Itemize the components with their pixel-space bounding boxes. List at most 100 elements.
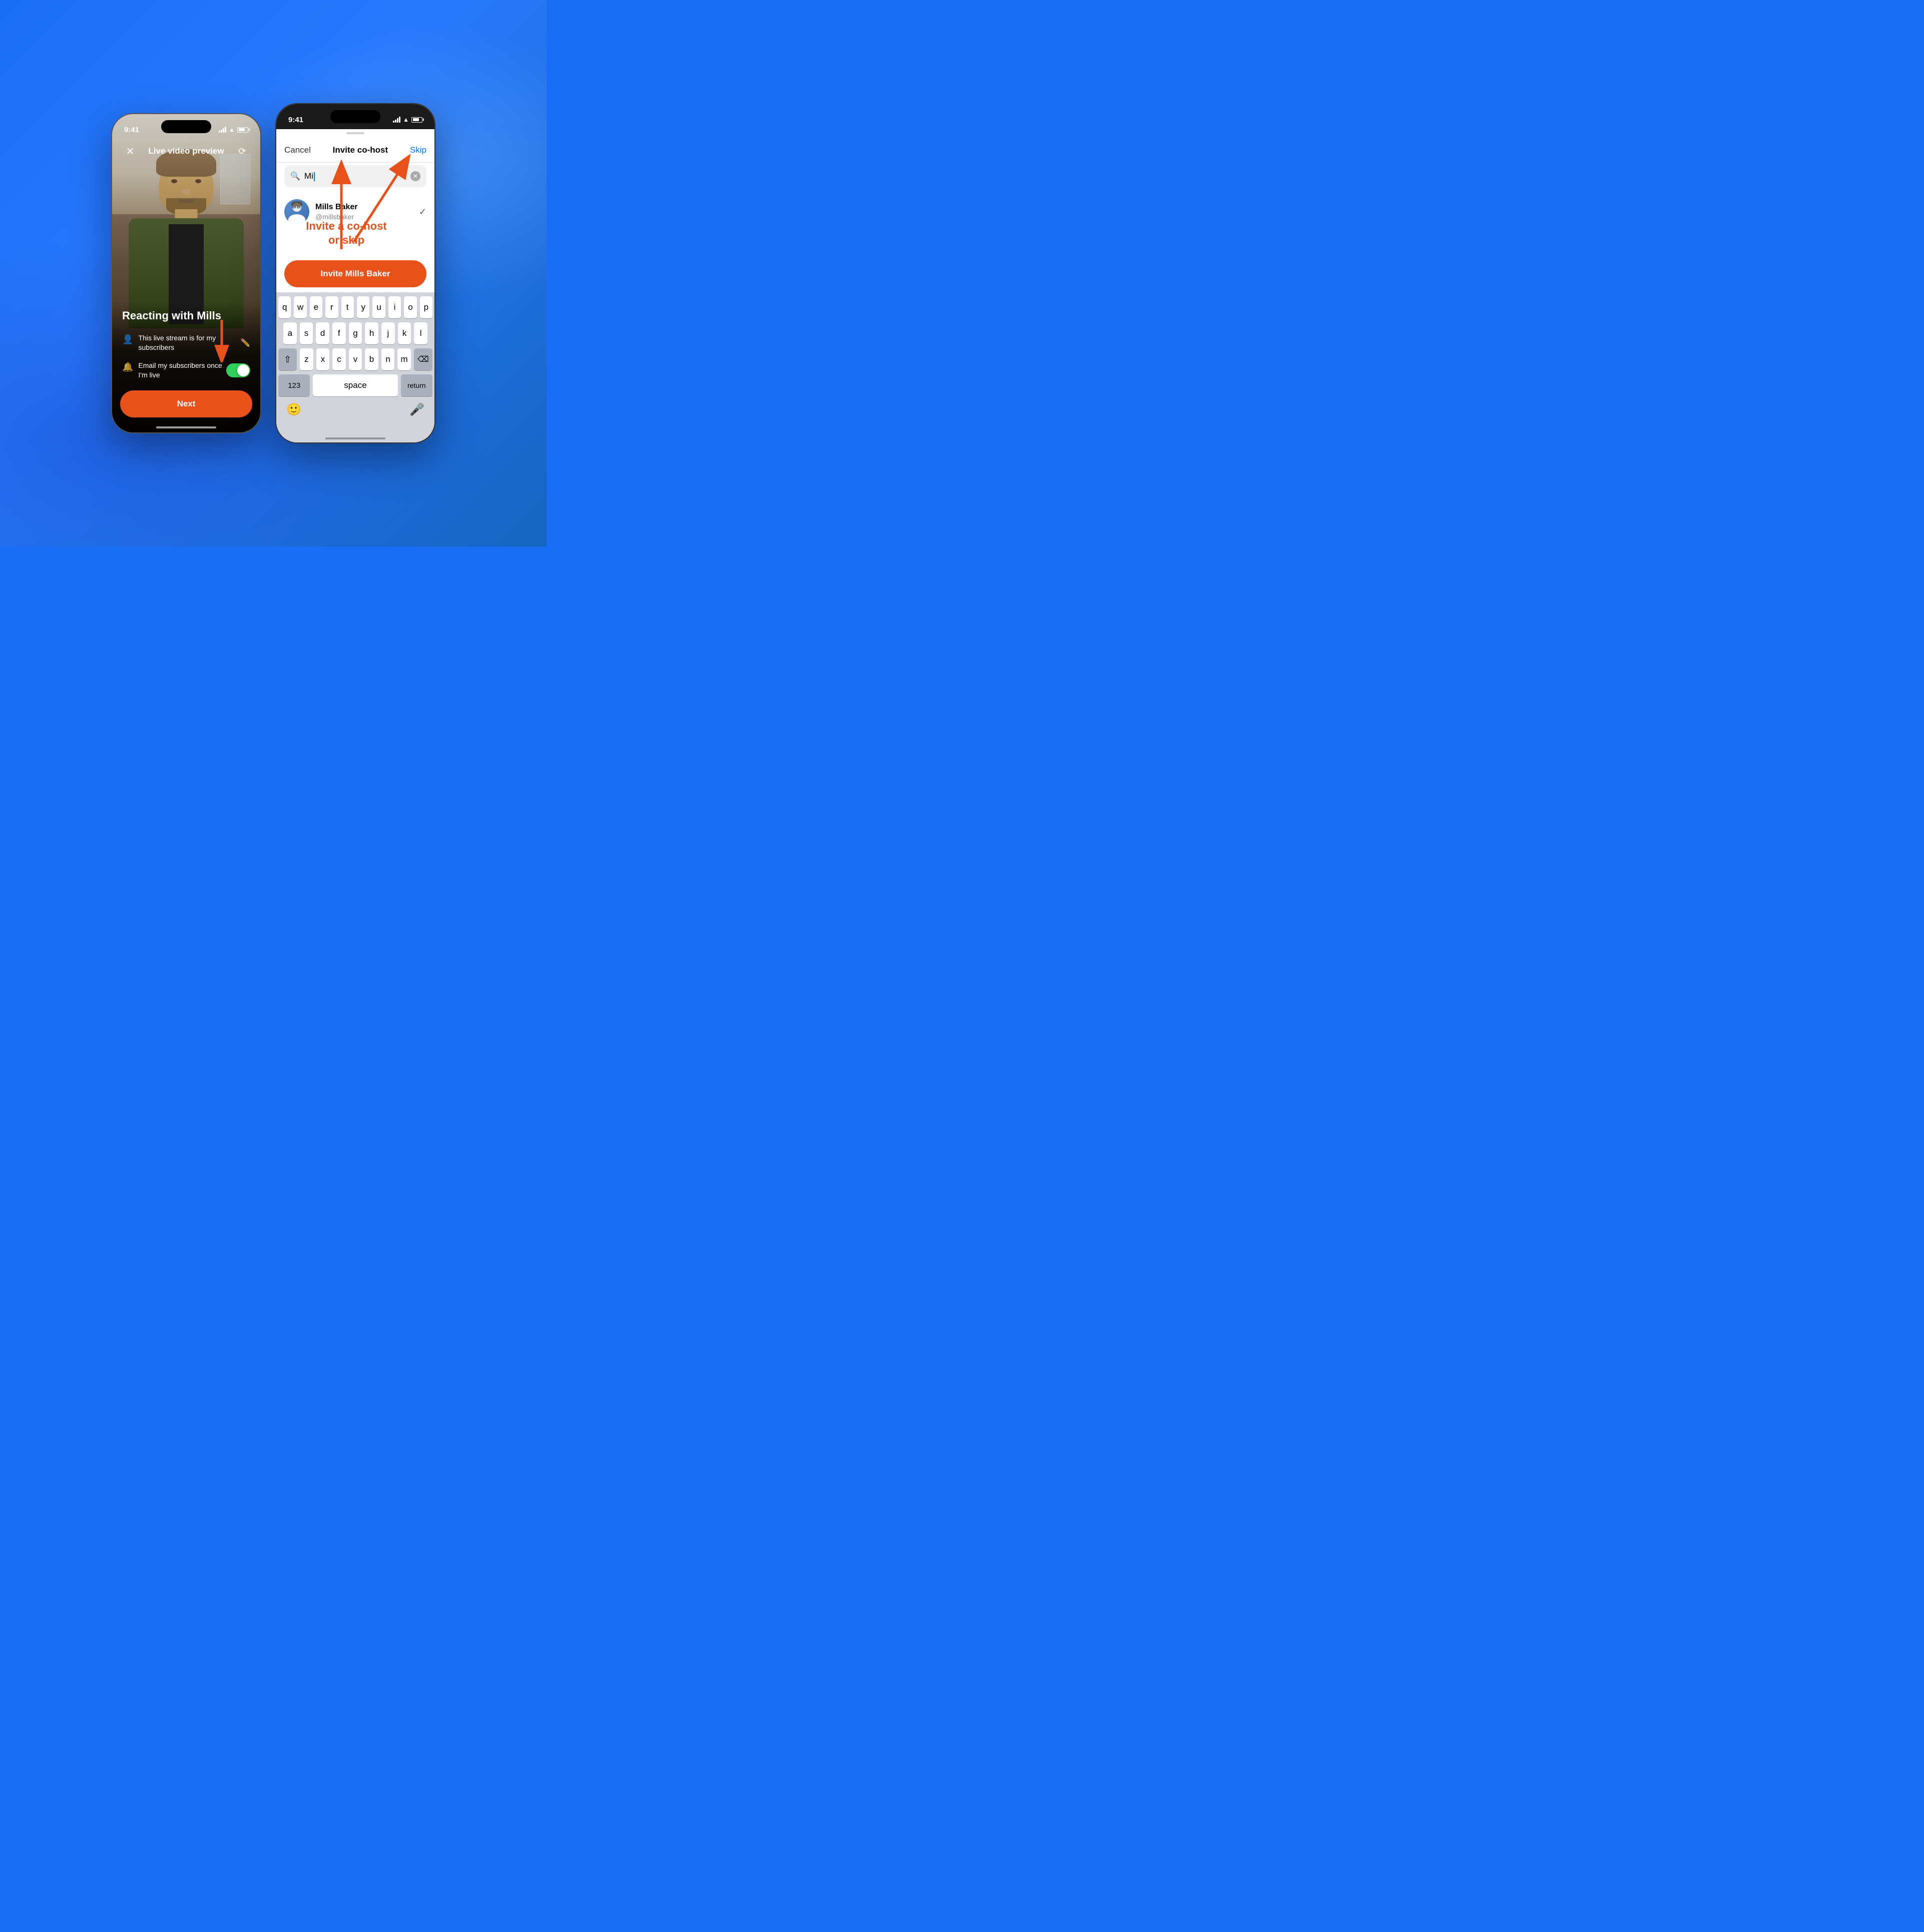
email-info-left: 🔔 Email my subscribers once I'm live	[122, 361, 226, 380]
keyboard-row-4: 123 space return	[278, 374, 432, 396]
signal-bar-2-4	[399, 117, 400, 123]
nav-separator	[276, 162, 434, 163]
key-k[interactable]: k	[398, 322, 411, 344]
toggle-knob	[237, 364, 249, 376]
top-bar-1: ✕ Live video preview ⟳	[112, 139, 260, 163]
numbers-key[interactable]: 123	[278, 374, 310, 396]
invite-button[interactable]: Invite Mills Baker	[284, 260, 426, 287]
signal-bar-2-1	[393, 121, 394, 123]
dynamic-island-2	[330, 110, 380, 123]
text-cursor	[314, 172, 315, 181]
screen-title-1: Live video preview	[148, 146, 224, 156]
keyboard-row-2: a s d f g h j k l	[278, 322, 432, 344]
cancel-button[interactable]: Cancel	[284, 145, 311, 155]
time-display-1: 9:41	[124, 126, 139, 134]
home-indicator-2	[325, 437, 385, 439]
subscriber-row: 👤 This live stream is for my subscribers…	[112, 329, 260, 357]
key-u[interactable]: u	[372, 296, 385, 318]
battery-fill-2	[413, 118, 419, 121]
key-w[interactable]: w	[294, 296, 306, 318]
key-f[interactable]: f	[332, 322, 346, 344]
status-bar-2: 9:41 ▲	[276, 104, 434, 129]
time-display-2: 9:41	[288, 116, 303, 124]
signal-bar-1	[219, 131, 220, 133]
key-n[interactable]: n	[381, 348, 395, 370]
key-s[interactable]: s	[300, 322, 313, 344]
keyboard-extras: 🙂 🎤	[278, 400, 432, 419]
camera-flip-button[interactable]: ⟳	[234, 143, 250, 159]
key-r[interactable]: r	[325, 296, 338, 318]
key-t[interactable]: t	[341, 296, 354, 318]
key-z[interactable]: z	[300, 348, 313, 370]
person-icon: 👤	[122, 334, 133, 345]
key-h[interactable]: h	[365, 322, 378, 344]
email-text: Email my subscribers once I'm live	[138, 361, 226, 380]
next-button[interactable]: Next	[120, 390, 252, 417]
edit-icon[interactable]: ✏️	[240, 338, 250, 348]
skip-button[interactable]: Skip	[410, 145, 426, 155]
search-clear-button[interactable]: ✕	[410, 171, 420, 181]
user-info: Mills Baker @millsbaker	[315, 203, 413, 221]
close-button-1[interactable]: ✕	[122, 143, 138, 159]
search-bar[interactable]: 🔍 Mi ✕	[284, 165, 426, 187]
nav-bar-2: Cancel Invite co-host Skip	[276, 138, 434, 162]
phone1-bottom-content: Reacting with Mills 👤 This live stream i…	[112, 309, 260, 432]
battery-fill-1	[239, 128, 245, 131]
key-d[interactable]: d	[316, 322, 329, 344]
shift-key[interactable]: ⇧	[278, 348, 297, 370]
bell-icon: 🔔	[122, 362, 133, 372]
search-icon: 🔍	[290, 171, 300, 181]
wifi-icon-1: ▲	[229, 126, 235, 133]
keyboard-row-3: ⇧ z x c v b n m ⌫	[278, 348, 432, 370]
nav-title-2: Invite co-host	[333, 145, 388, 155]
key-q[interactable]: q	[278, 296, 291, 318]
key-l[interactable]: l	[414, 322, 427, 344]
battery-icon-1	[237, 127, 248, 133]
key-i[interactable]: i	[388, 296, 401, 318]
return-key[interactable]: return	[401, 374, 432, 396]
status-icons-1: ▲	[219, 126, 248, 133]
annotation-line1: Invite a co-host	[301, 219, 391, 233]
email-toggle[interactable]	[226, 363, 250, 377]
mic-icon[interactable]: 🎤	[409, 402, 424, 417]
signal-bars-1	[219, 127, 226, 133]
close-icon: ✕	[126, 145, 135, 158]
email-row: 🔔 Email my subscribers once I'm live	[112, 357, 260, 384]
key-y[interactable]: y	[357, 296, 369, 318]
key-p[interactable]: p	[420, 296, 432, 318]
signal-bar-2-3	[397, 118, 398, 123]
phone-1: 9:41 ▲ ✕	[111, 113, 261, 433]
camera-icon: ⟳	[238, 146, 246, 157]
search-input[interactable]: Mi	[304, 171, 406, 181]
signal-bar-3	[223, 128, 224, 133]
key-m[interactable]: m	[397, 348, 411, 370]
keyboard: q w e r t y u i o p a s d f g	[276, 292, 434, 442]
delete-key[interactable]: ⌫	[414, 348, 432, 370]
select-checkmark[interactable]: ✓	[419, 207, 426, 217]
key-g[interactable]: g	[349, 322, 362, 344]
annotation-text: Invite a co-host or skip	[301, 219, 391, 247]
phone-2: 9:41 ▲ Ca	[275, 103, 435, 443]
toggle-container	[226, 363, 250, 377]
phone-2-screen: 9:41 ▲ Ca	[276, 104, 434, 442]
down-arrow-annotation	[209, 317, 234, 362]
key-a[interactable]: a	[283, 322, 297, 344]
emoji-icon[interactable]: 🙂	[286, 402, 301, 417]
key-j[interactable]: j	[381, 322, 395, 344]
dynamic-island-1	[161, 120, 211, 133]
signal-bar-2	[221, 130, 222, 133]
key-o[interactable]: o	[404, 296, 416, 318]
status-icons-2: ▲	[393, 116, 422, 123]
key-e[interactable]: e	[310, 296, 322, 318]
space-key[interactable]: space	[313, 374, 397, 396]
key-v[interactable]: v	[349, 348, 362, 370]
phones-container: 9:41 ▲ ✕	[111, 103, 435, 443]
key-b[interactable]: b	[365, 348, 378, 370]
live-stream-title: Reacting with Mills	[112, 309, 260, 329]
key-c[interactable]: c	[332, 348, 346, 370]
signal-bar-2-2	[395, 120, 396, 123]
status-bar-1: 9:41 ▲	[112, 114, 260, 139]
user-name: Mills Baker	[315, 203, 413, 212]
key-x[interactable]: x	[316, 348, 330, 370]
phone-1-screen: 9:41 ▲ ✕	[112, 114, 260, 432]
